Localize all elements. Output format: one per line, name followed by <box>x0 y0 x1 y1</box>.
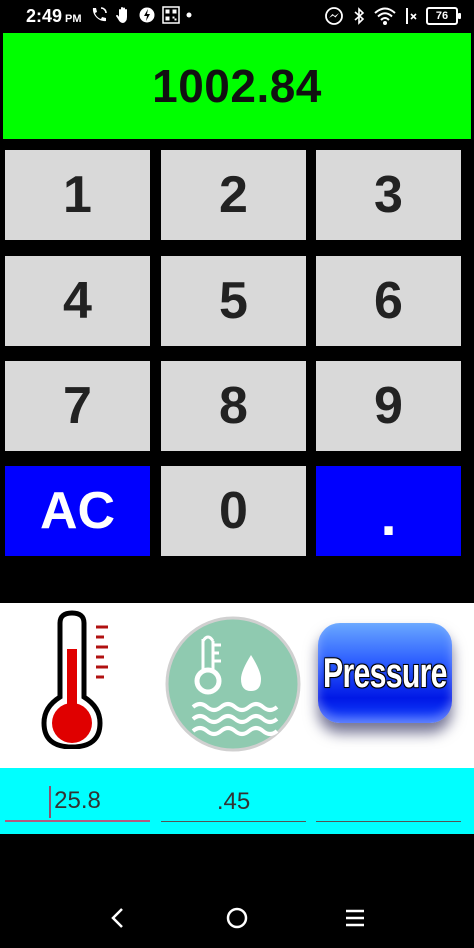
home-button[interactable] <box>217 902 257 934</box>
key-4[interactable]: 4 <box>5 256 150 346</box>
menu-button[interactable] <box>335 902 375 934</box>
temperature-field[interactable] <box>5 782 150 822</box>
pressure-field[interactable] <box>316 782 461 822</box>
back-button[interactable] <box>98 902 138 934</box>
messenger-icon <box>325 7 343 25</box>
qr-code-icon <box>162 6 180 24</box>
thermometer-icon <box>41 610 108 750</box>
values-row <box>0 768 474 834</box>
calculator-display: 1002.84 <box>3 33 471 139</box>
key-7[interactable]: 7 <box>5 361 150 451</box>
wifi-calling-icon <box>92 7 107 22</box>
status-system-icons: 76 <box>324 6 461 26</box>
status-bar: 2:49 PM 76 <box>0 0 474 32</box>
back-icon <box>111 908 123 928</box>
key-9[interactable]: 9 <box>316 361 461 451</box>
humidity-field[interactable] <box>161 782 306 822</box>
decimal-point-button[interactable]: . <box>316 466 461 556</box>
key-0[interactable]: 0 <box>161 466 306 556</box>
key-6[interactable]: 6 <box>316 256 461 346</box>
key-2[interactable]: 2 <box>161 150 306 240</box>
temperature-button[interactable] <box>38 609 118 750</box>
key-8[interactable]: 8 <box>161 361 306 451</box>
wifi-icon <box>374 7 396 25</box>
key-5[interactable]: 5 <box>161 256 306 346</box>
pressure-label: Pressure <box>323 649 447 696</box>
bluetooth-icon <box>354 7 365 25</box>
humidity-gauge-icon <box>165 616 301 752</box>
data-saver-icon <box>139 7 155 23</box>
hand-icon <box>116 7 127 23</box>
status-time-text: 2:49 <box>26 6 63 26</box>
navigation-bar <box>0 888 474 948</box>
status-ampm: PM <box>65 13 82 25</box>
home-icon <box>226 907 248 929</box>
signal-off-icon <box>406 8 417 24</box>
text-cursor <box>49 786 51 818</box>
clear-button[interactable]: AC <box>5 466 150 556</box>
status-notification-icons <box>90 6 192 24</box>
pressure-button[interactable]: Pressure <box>318 623 452 723</box>
decimal-point-label: . <box>380 483 397 548</box>
key-1[interactable]: 1 <box>5 150 150 240</box>
key-3[interactable]: 3 <box>316 150 461 240</box>
display-value: 1002.84 <box>152 60 322 112</box>
sensor-panel: Pressure <box>0 603 474 768</box>
status-time: 2:49 PM <box>26 6 82 27</box>
menu-icon <box>346 909 364 927</box>
notification-dot-icon <box>186 12 192 18</box>
humidity-button[interactable] <box>165 611 301 757</box>
battery-indicator: 76 <box>426 7 461 25</box>
